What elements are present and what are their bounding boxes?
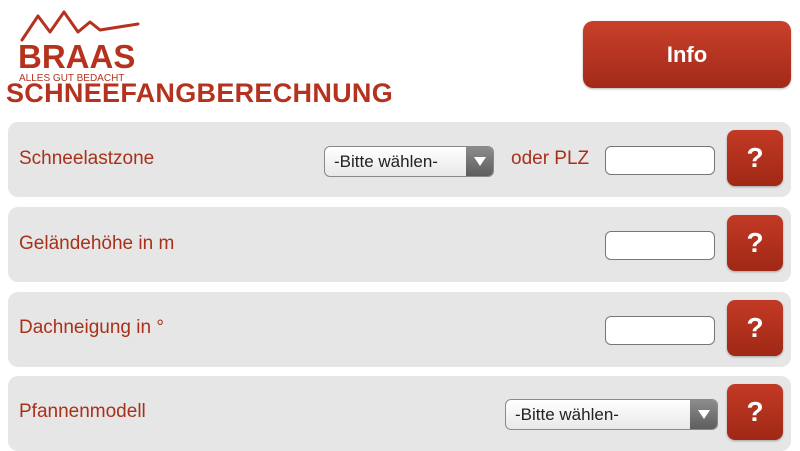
pfannenmodell-label: Pfannenmodell xyxy=(19,401,146,422)
info-button[interactable]: Info xyxy=(583,21,791,88)
page-title: SCHNEEFANGBERECHNUNG xyxy=(6,78,394,108)
schneelastzone-select-value: -Bitte wählen- xyxy=(334,152,438,171)
help-button-dachneigung[interactable]: ? xyxy=(727,300,783,356)
help-button-gelaendehoehe[interactable]: ? xyxy=(727,215,783,271)
oder-plz-label: oder PLZ xyxy=(511,148,590,169)
chevron-down-icon xyxy=(466,147,493,176)
gelaendehoehe-label: Geländehöhe in m xyxy=(19,233,175,254)
chevron-down-icon xyxy=(690,400,717,429)
row-dachneigung: Dachneigung in ° ? xyxy=(8,292,791,367)
braas-logo: BRAAS ALLES GUT BEDACHT xyxy=(14,10,144,84)
schneelastzone-label: Schneelastzone xyxy=(19,148,155,169)
dachneigung-input[interactable] xyxy=(605,316,715,345)
plz-input[interactable] xyxy=(605,146,715,175)
row-pfannenmodell: Pfannenmodell -Bitte wählen- ? xyxy=(8,376,791,451)
pfannenmodell-select[interactable]: -Bitte wählen- xyxy=(505,399,718,430)
help-button-pfannenmodell[interactable]: ? xyxy=(727,384,783,440)
gelaendehoehe-input[interactable] xyxy=(605,231,715,260)
row-gelaendehoehe: Geländehöhe in m ? xyxy=(8,207,791,282)
pfannenmodell-select-value: -Bitte wählen- xyxy=(515,405,619,424)
brand-name: BRAAS xyxy=(18,38,136,75)
dachneigung-label: Dachneigung in ° xyxy=(19,317,164,338)
row-schneelastzone: Schneelastzone -Bitte wählen- oder PLZ ? xyxy=(8,122,791,197)
help-button-schneelastzone[interactable]: ? xyxy=(727,130,783,186)
schneelastzone-select[interactable]: -Bitte wählen- xyxy=(324,146,494,177)
